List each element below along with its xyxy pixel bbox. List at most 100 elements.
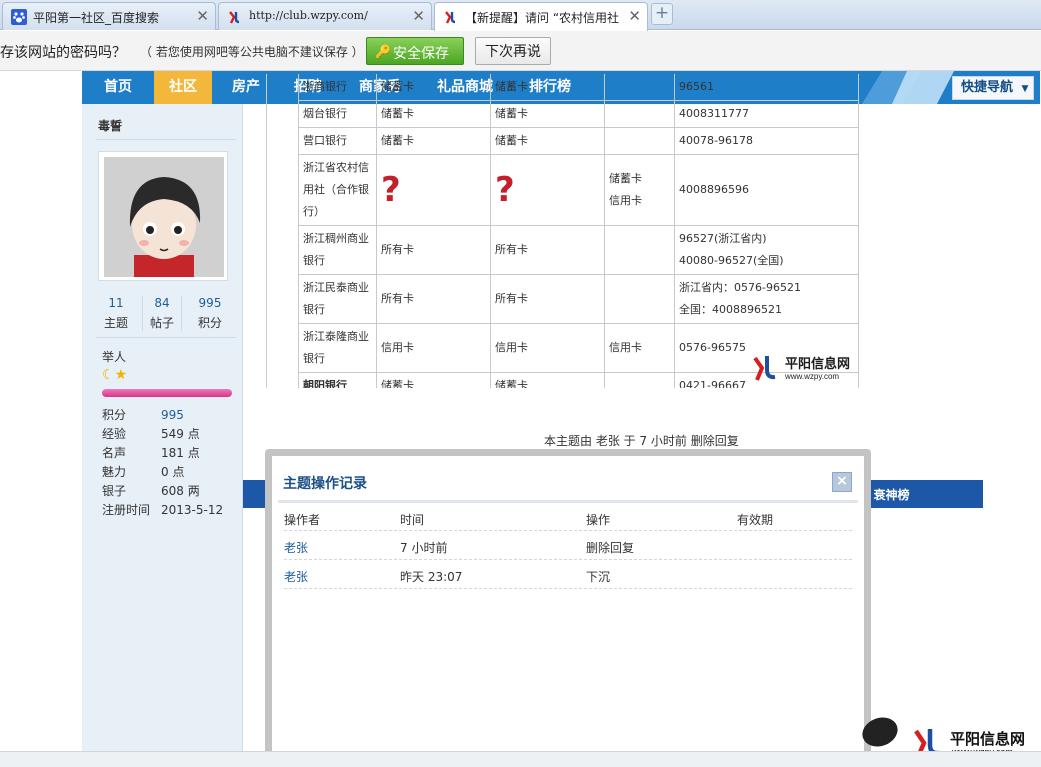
bank-cell-c1: 信用卡 xyxy=(376,323,491,373)
bank-table: 浙商银行 储蓄卡 储蓄卡 96561 烟台银行 储蓄卡 储蓄卡 4008311777 营口银行储… xyxy=(298,74,859,388)
profile-row-fame: 名声 181 点 xyxy=(102,446,200,460)
tab-baidu-search[interactable]: 平阳第一社区_百度搜索 ✕ xyxy=(2,2,216,30)
bank-row: 营口银行 储蓄卡 储蓄卡 40078-96178 xyxy=(298,127,859,155)
tab-title: 【新提醒】请问 “农村信用社（ xyxy=(465,11,621,25)
new-tab-button[interactable]: + xyxy=(651,3,673,25)
author-sidebar: 毒誓 11 主题 84 帖子 995 积分 举人 ☾★ 积分 995 经验 549 … xyxy=(82,104,243,767)
log-action: 删除回复 xyxy=(586,541,635,555)
wzpy-watermark: 平阳信息网 www.wzpy.com xyxy=(751,352,861,387)
bank-cell-c1: 储蓄卡 xyxy=(376,100,491,128)
bank-cell-c2: 储蓄卡 xyxy=(490,74,605,101)
bank-cell-c1: 储蓄卡 xyxy=(376,372,491,388)
nav-item-home[interactable]: 首页 xyxy=(82,71,154,104)
bank-cell-c2: 信用卡 xyxy=(490,323,605,373)
profile-row-exp: 经验 549 点 xyxy=(102,427,200,441)
wzpy-logo-icon xyxy=(445,11,456,24)
bank-row: 浙江省农村信用社（合作银行）?? 储蓄卡 信用卡 4008896596 xyxy=(298,154,859,226)
divider xyxy=(96,337,236,338)
secure-save-label: 安全保存 xyxy=(393,45,449,61)
bank-cell-c2: 储蓄卡 xyxy=(490,127,605,155)
bank-row: 浙江民泰商业银行 所有卡 所有卡 浙江省内：0576-96521 全国：40088965… xyxy=(298,274,859,324)
bank-cell-c2: ? xyxy=(490,154,605,226)
avatar[interactable] xyxy=(98,151,228,281)
bank-cell-c1: 储蓄卡 xyxy=(376,127,491,155)
log-operator[interactable]: 老张 xyxy=(284,568,308,585)
bank-cell-c3 xyxy=(604,372,675,388)
bank-cell-bank: 浙江稠州商业银行 xyxy=(298,225,377,275)
log-time: 昨天 23:07 xyxy=(400,570,463,584)
stat-topics[interactable]: 11 主题 xyxy=(96,296,136,331)
profile-row-charm: 魅力 0 点 xyxy=(102,465,185,479)
later-button[interactable]: 下次再说 xyxy=(475,37,551,65)
user-rank: 举人 xyxy=(102,350,127,364)
bank-cell-c2: 储蓄卡 xyxy=(490,100,605,128)
tab-title: http://club.wzpy.com/ xyxy=(249,9,368,22)
profile-row-silver: 银子 608 两 xyxy=(102,484,200,498)
bank-cell-c3 xyxy=(604,225,675,275)
bank-cell-phone: 96561 xyxy=(674,74,859,101)
tab-club-wzpy[interactable]: http://club.wzpy.com/ ✕ xyxy=(218,2,432,30)
browser-tab-bar: 平阳第一社区_百度搜索 ✕ http://club.wzpy.com/ ✕ 【新… xyxy=(0,0,1041,31)
stat-label: 帖子 xyxy=(149,316,174,330)
stat-value: 84 xyxy=(154,296,170,310)
secure-save-button[interactable]: 🔑 安全保存 xyxy=(366,37,464,65)
stat-posts[interactable]: 84 帖子 xyxy=(142,296,182,331)
bank-row: 烟台银行 储蓄卡 储蓄卡 4008311777 xyxy=(298,100,859,128)
baidu-paw-icon xyxy=(11,9,27,25)
log-action: 下沉 xyxy=(586,570,611,584)
bank-cell-phone: 4008311777 xyxy=(674,100,859,128)
bank-cell-c3 xyxy=(604,127,675,155)
col-header-time: 时间 xyxy=(400,513,425,527)
bank-cell-c3: 信用卡 xyxy=(604,323,675,373)
save-password-tip: （ 若您使用网吧等公共电脑不建议保存 ） xyxy=(140,45,364,59)
bank-row: 浙商银行 储蓄卡 储蓄卡 96561 xyxy=(298,74,859,101)
ribbon-tail xyxy=(959,480,983,508)
broken-image-icon: ? xyxy=(381,169,401,210)
bank-cell-phone: 浙江省内：0576-96521 全国：4008896521 xyxy=(674,274,859,324)
bank-cell-c1: 所有卡 xyxy=(376,274,491,324)
tab-current-thread[interactable]: 【新提醒】请问 “农村信用社（ ✕ xyxy=(434,2,648,31)
author-name[interactable]: 毒誓 xyxy=(98,117,122,134)
svg-text:平阳信息网: 平阳信息网 xyxy=(785,356,850,371)
bank-cell-c2: 储蓄卡 xyxy=(490,372,605,388)
tab-title: 平阳第一社区_百度搜索 xyxy=(33,11,160,25)
log-time: 7 小时前 xyxy=(400,541,448,555)
bank-cell-c1: 储蓄卡 xyxy=(376,74,491,101)
nav-item-community[interactable]: 社区 xyxy=(154,71,212,104)
status-bar xyxy=(0,751,1041,767)
profile-row-regdate: 注册时间 2013-5-12 xyxy=(102,503,224,517)
stat-points[interactable]: 995 积分 xyxy=(190,296,230,331)
bank-cell-c2: 所有卡 xyxy=(490,274,605,324)
post-content: 浙商银行 储蓄卡 储蓄卡 96561 烟台银行 储蓄卡 储蓄卡 4008311777 营口银行储… xyxy=(266,74,861,388)
wzpy-logo-icon xyxy=(229,11,240,24)
quick-nav-button[interactable]: 快捷导航 ▼ xyxy=(952,76,1034,100)
log-operator[interactable]: 老张 xyxy=(284,539,308,556)
broken-image-icon: ? xyxy=(495,169,515,210)
thread-log-dialog: 主题操作记录 × 操作者 时间 操作 有效期 老张 7 小时前 删除回复 老张 … xyxy=(265,449,871,767)
dialog-title: 主题操作记录 xyxy=(283,476,367,492)
ribbon-text[interactable]: / 衰神榜 xyxy=(865,486,910,503)
avatar-image xyxy=(104,157,224,277)
quick-nav-label: 快捷导航 xyxy=(961,80,1014,95)
bank-cell-bank: 浙江泰隆商业银行 xyxy=(298,323,377,373)
col-header-operator: 操作者 xyxy=(284,513,321,527)
caret-down-icon: ▼ xyxy=(1021,84,1029,94)
log-row: 老张 7 小时前 删除回复 xyxy=(284,531,852,560)
log-row: 老张 昨天 23:07 下沉 xyxy=(284,560,852,589)
close-icon[interactable]: × xyxy=(832,472,852,492)
moderation-byline[interactable]: 本主题由 老张 于 7 小时前 删除回复 xyxy=(544,432,739,449)
close-tab-icon[interactable]: ✕ xyxy=(196,7,209,25)
bank-cell-bank: 营口银行 xyxy=(298,127,377,155)
close-tab-icon[interactable]: ✕ xyxy=(412,7,425,25)
stat-label: 积分 xyxy=(197,316,222,330)
col-header-action: 操作 xyxy=(586,513,611,527)
profile-row-points: 积分 995 xyxy=(102,408,184,422)
stat-label: 主题 xyxy=(103,316,128,330)
close-tab-icon[interactable]: ✕ xyxy=(628,7,641,25)
bank-cell-c3 xyxy=(604,74,675,101)
bank-cell-c1: ? xyxy=(376,154,491,226)
svg-text:平阳信息网: 平阳信息网 xyxy=(950,730,1025,748)
bank-cell-bank: 浙江民泰商业银行 xyxy=(298,274,377,324)
bank-row: 浙江稠州商业银行 所有卡 所有卡 96527(浙江省内) 40080-96527(全国) xyxy=(298,225,859,275)
stat-value: 995 xyxy=(198,296,222,310)
